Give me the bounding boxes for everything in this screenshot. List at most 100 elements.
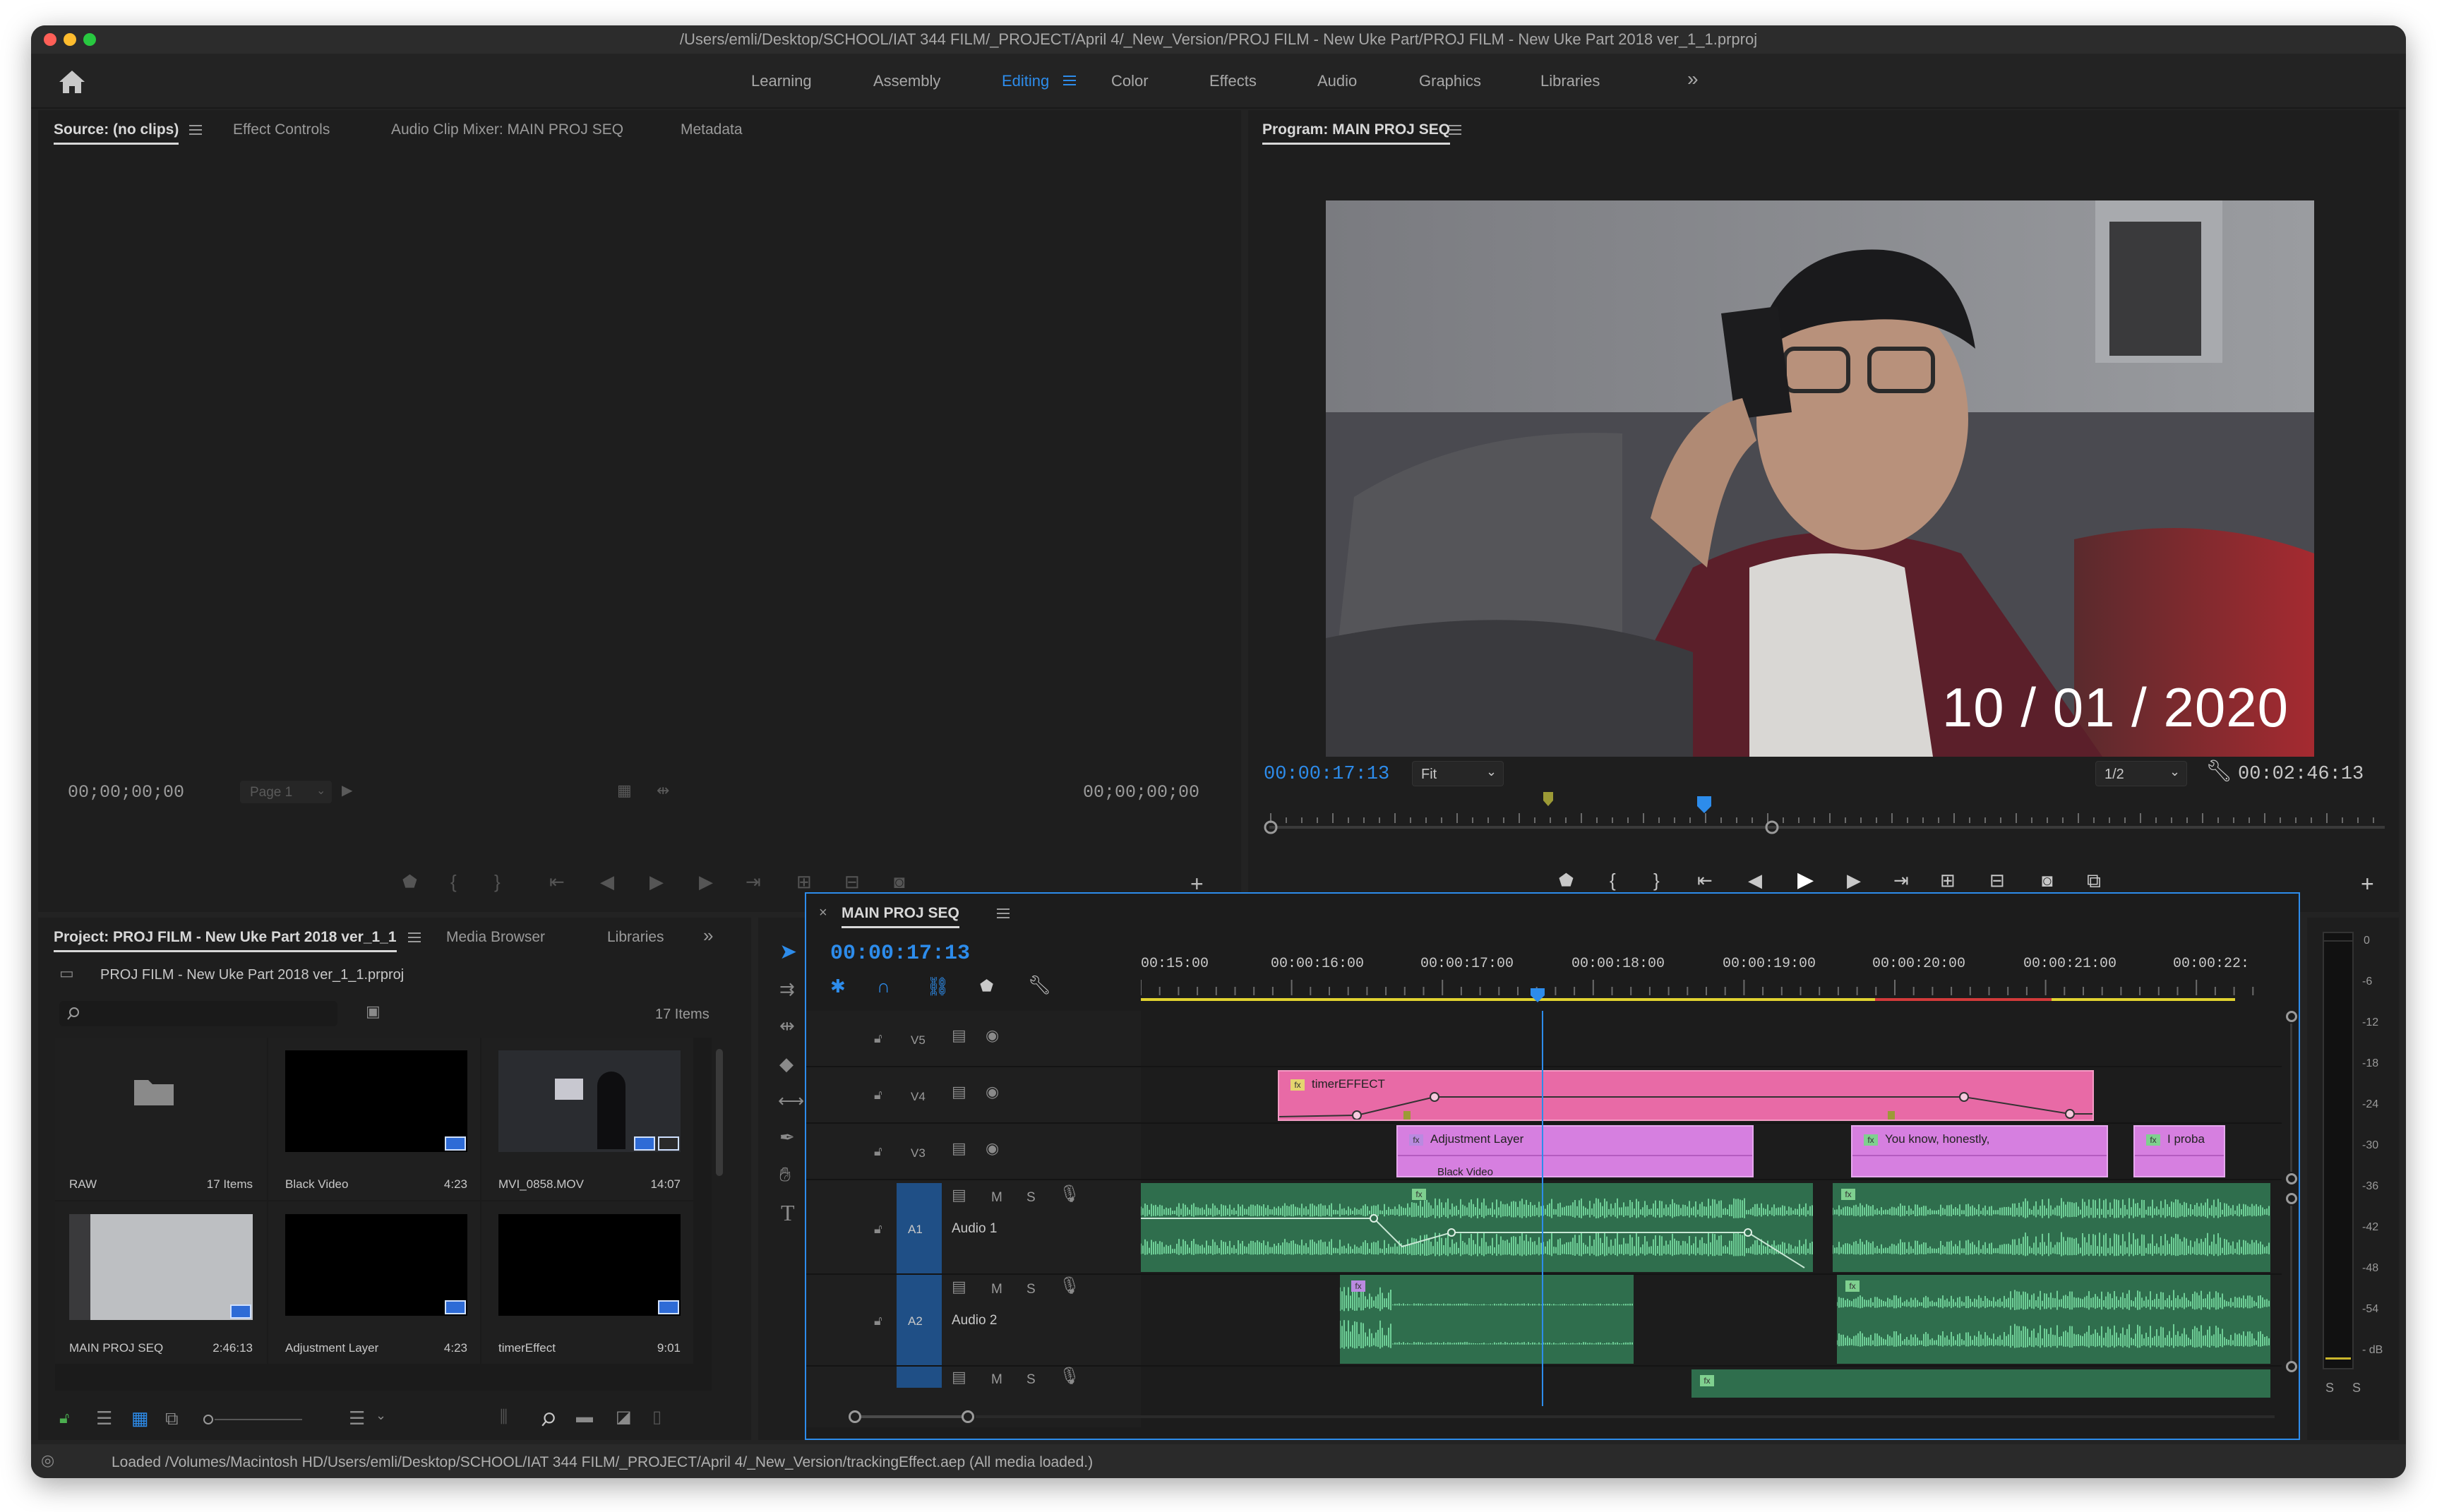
search-icon[interactable] (541, 1412, 556, 1427)
tab-media-browser[interactable]: Media Browser (446, 929, 545, 946)
new-search-bin-icon[interactable]: ▣ (366, 1004, 381, 1019)
thumbnail-zoom-slider[interactable] (203, 1415, 302, 1424)
close-window-button[interactable] (44, 33, 56, 46)
linked-selection-icon[interactable]: ⛓︎ (926, 977, 950, 995)
project-scrollbar[interactable] (716, 1049, 723, 1176)
lock-icon[interactable]: 🔓︎ (874, 1145, 882, 1158)
list-view-icon[interactable]: ☰ (96, 1409, 112, 1427)
audio-clip-a2-2[interactable]: fx (1837, 1275, 2270, 1364)
menu-icon[interactable] (1449, 124, 1461, 136)
step-back-icon[interactable]: ◀ (1748, 871, 1762, 889)
meter-solo-right-button[interactable]: S (2352, 1381, 2361, 1396)
tab-program[interactable]: Program: MAIN PROJ SEQ (1262, 121, 1451, 145)
menu-icon[interactable] (997, 908, 1010, 919)
insert-icon[interactable]: ⊞ (796, 872, 812, 891)
project-item-adjustment-layer[interactable]: Adjustment Layer 4:23 (268, 1201, 480, 1364)
maximize-window-button[interactable] (83, 33, 96, 46)
tab-project[interactable]: Project: PROJ FILM - New Uke Part 2018 v… (54, 929, 397, 952)
solo-button[interactable]: S (1026, 1190, 1036, 1206)
project-item-black-video[interactable]: Black Video 4:23 (268, 1038, 480, 1200)
menu-icon[interactable] (189, 124, 202, 136)
workspace-tab-effects[interactable]: Effects (1209, 72, 1257, 90)
lock-icon[interactable]: 🔓︎ (59, 1410, 69, 1426)
track-select-tool-icon[interactable]: ⇉ (779, 980, 795, 998)
project-item-main-proj-seq[interactable]: MAIN PROJ SEQ 2:46:13 (55, 1201, 267, 1364)
workspace-tab-graphics[interactable]: Graphics (1419, 72, 1481, 90)
source-page-select[interactable]: Page 1 ⌄ (240, 781, 332, 803)
solo-button[interactable]: S (1026, 1282, 1036, 1297)
comparison-view-icon[interactable]: ⧉ (2087, 871, 2101, 891)
razor-tool-icon[interactable]: ◆ (779, 1055, 794, 1073)
timeline-vertical-scrollbar[interactable] (2282, 1011, 2300, 1406)
clip-you-know-honestly[interactable]: fx You know, honestly, (1851, 1125, 2108, 1177)
camera-icon[interactable]: ◙ (2042, 871, 2053, 889)
sync-lock-icon[interactable]: ▤ (952, 1369, 966, 1385)
close-sequence-icon[interactable]: × (819, 905, 827, 921)
safe-margins-icon[interactable]: ▦ (617, 783, 632, 798)
eye-icon[interactable]: ◉ (986, 1084, 999, 1100)
sync-lock-icon[interactable]: ▤ (952, 1028, 966, 1043)
sync-lock-icon[interactable]: ▤ (952, 1187, 966, 1203)
workspace-tab-assembly[interactable]: Assembly (873, 72, 940, 90)
lift-icon[interactable]: ⊞ (1940, 871, 1956, 889)
extract-icon[interactable]: ⊟ (1989, 871, 2005, 889)
trash-icon[interactable]: ▯ (652, 1409, 661, 1426)
wrench-icon[interactable]: 🔧︎ (1028, 976, 1051, 994)
mute-button[interactable]: M (991, 1282, 1002, 1297)
program-time-ruler[interactable] (1264, 792, 2386, 848)
plus-icon[interactable]: + (2361, 872, 2374, 895)
clip-i-proba[interactable]: fx I proba (2133, 1125, 2225, 1177)
fit-frame-icon[interactable]: ⇹ (657, 783, 669, 798)
program-video-frame[interactable]: 10 / 01 / 2020 (1326, 200, 2314, 757)
mic-icon[interactable]: 🎙︎ (1059, 1278, 1080, 1295)
mic-icon[interactable]: 🎙︎ (1059, 1368, 1080, 1385)
hand-tool-icon[interactable]: ✋︎ (779, 1165, 791, 1184)
step-forward-icon[interactable]: ▶ (699, 872, 713, 891)
slip-tool-icon[interactable]: ⟷ (778, 1091, 804, 1110)
go-to-out-icon[interactable]: ⇥ (746, 872, 761, 891)
tab-effect-controls[interactable]: Effect Controls (233, 121, 330, 138)
mark-in-icon[interactable]: { (450, 872, 457, 891)
icon-view-icon[interactable]: ▦ (131, 1409, 149, 1427)
solo-button[interactable]: S (1026, 1372, 1036, 1388)
workspace-tab-color[interactable]: Color (1111, 72, 1149, 90)
go-to-in-icon[interactable]: ⇤ (549, 872, 565, 891)
project-item-timereffect[interactable]: timerEffect 9:01 (481, 1201, 693, 1364)
lock-icon[interactable]: 🔓︎ (874, 1088, 882, 1101)
source-timecode-in[interactable]: 00;00;00;00 (68, 782, 184, 803)
nest-toggle-icon[interactable]: ✱ (830, 977, 846, 995)
tab-source[interactable]: Source: (no clips) (54, 121, 179, 145)
new-bin-icon[interactable]: ▬ (576, 1409, 593, 1426)
mute-button[interactable]: M (991, 1190, 1002, 1206)
play-icon[interactable]: ▶ (1797, 870, 1814, 891)
mic-icon[interactable]: 🎙︎ (1059, 1186, 1080, 1203)
tab-libraries[interactable]: Libraries (607, 929, 664, 946)
eye-icon[interactable]: ◉ (986, 1141, 999, 1156)
eye-icon[interactable]: ◉ (986, 1028, 999, 1043)
timeline-ruler[interactable]: 00:15:00 00:00:16:00 00:00:17:00 00:00:1… (1141, 947, 2285, 1011)
marker-icon[interactable]: ⬟ (1559, 872, 1574, 889)
lock-icon[interactable]: 🔓︎ (874, 1032, 882, 1045)
mark-out-icon[interactable]: } (494, 872, 501, 891)
timeline-playhead[interactable] (1542, 1011, 1543, 1406)
clip-keyframe-line[interactable] (1279, 1072, 2094, 1121)
menu-icon[interactable] (408, 932, 421, 943)
sync-lock-icon[interactable]: ▤ (952, 1141, 966, 1156)
sync-lock-icon[interactable]: ▤ (952, 1279, 966, 1295)
tab-audio-clip-mixer[interactable]: Audio Clip Mixer: MAIN PROJ SEQ (391, 121, 623, 138)
timeline-zoom-scrollbar[interactable] (849, 1409, 2275, 1426)
lock-icon[interactable]: 🔓︎ (874, 1314, 882, 1327)
workspace-tab-learning[interactable]: Learning (751, 72, 812, 90)
marker-icon[interactable]: ⬟ (402, 874, 417, 891)
project-item-mvi-0858[interactable]: MVI_0858.MOV 14:07 (481, 1038, 693, 1200)
play-icon[interactable]: ▶ (649, 872, 664, 891)
chevron-down-icon[interactable]: ⌄ (376, 1409, 386, 1422)
pen-tool-icon[interactable]: ✒ (779, 1128, 795, 1146)
snap-icon[interactable]: ∩ (877, 977, 890, 995)
audio-clip-a1-1[interactable]: fx (1141, 1183, 1813, 1272)
tab-main-proj-seq[interactable]: MAIN PROJ SEQ (842, 905, 959, 928)
meter-solo-left-button[interactable]: S (2325, 1381, 2334, 1396)
zoom-fit-select[interactable]: Fit ⌄ (1412, 761, 1504, 786)
status-indicator-icon[interactable]: ◎ (41, 1453, 54, 1468)
playback-resolution-select[interactable]: 1/2 ⌄ (2095, 761, 2187, 786)
